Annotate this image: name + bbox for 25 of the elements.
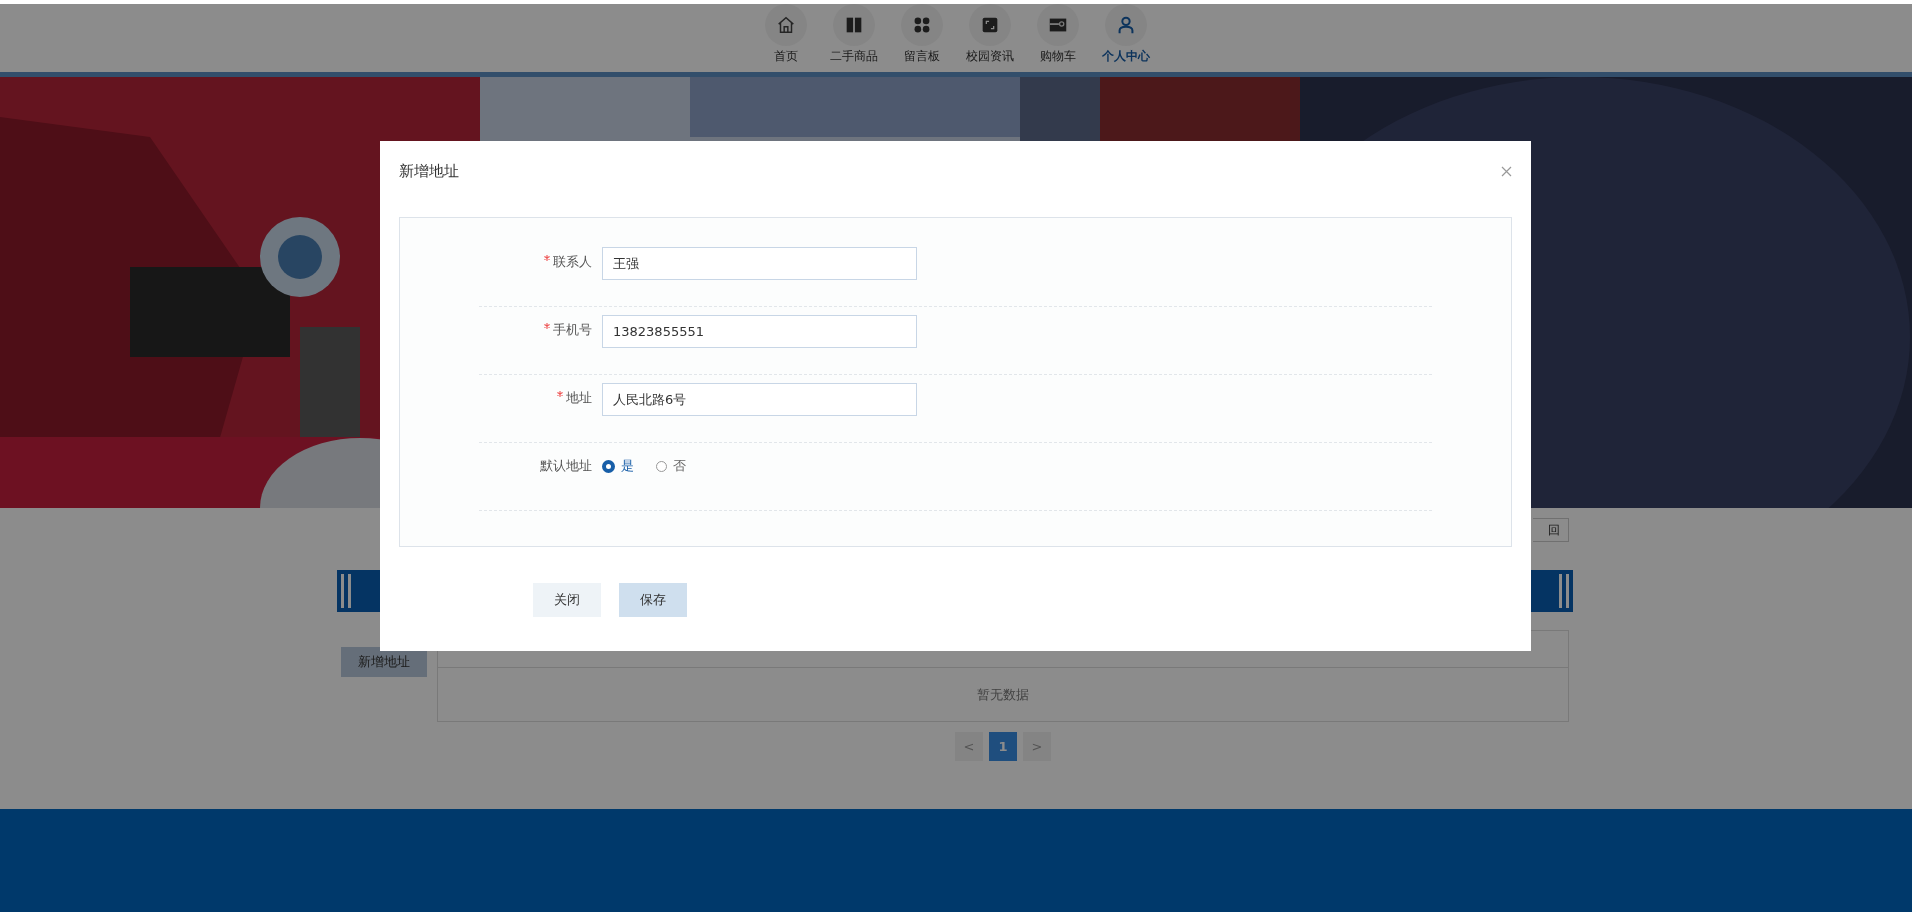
nav-item[interactable]: 二手商品: [830, 48, 878, 65]
field-label: 手机号: [479, 307, 602, 339]
radio-label[interactable]: 是: [621, 457, 634, 475]
input-field[interactable]: 王强: [602, 247, 917, 280]
input-field[interactable]: 人民北路6号: [602, 383, 917, 416]
nav-item[interactable]: 留言板: [904, 48, 940, 65]
nav-item[interactable]: 首页: [774, 48, 798, 65]
radio-button[interactable]: [602, 459, 615, 473]
close-icon[interactable]: [1501, 165, 1512, 177]
dialog-button[interactable]: 关闭: [533, 583, 601, 617]
nav-item[interactable]: 购物车: [1040, 48, 1076, 65]
add-address-button[interactable]: 新增地址: [341, 647, 427, 677]
nav-item[interactable]: 校园资讯: [966, 48, 1014, 65]
home-icon: [775, 14, 797, 36]
radio-button[interactable]: [656, 460, 667, 472]
field-label: 默认地址: [539, 457, 593, 475]
input-field[interactable]: 13823855551: [602, 315, 917, 348]
field-label: 联系人: [479, 239, 602, 271]
dialog-title: 新增地址: [399, 161, 459, 181]
back-button[interactable]: 回: [1533, 518, 1569, 542]
field-label: 地址: [479, 375, 602, 407]
empty-message: 暂无数据: [977, 685, 1029, 704]
nav-item[interactable]: 个人中心: [1102, 48, 1150, 65]
dialog-button[interactable]: 保存: [619, 583, 687, 617]
radio-label[interactable]: 否: [673, 457, 686, 475]
